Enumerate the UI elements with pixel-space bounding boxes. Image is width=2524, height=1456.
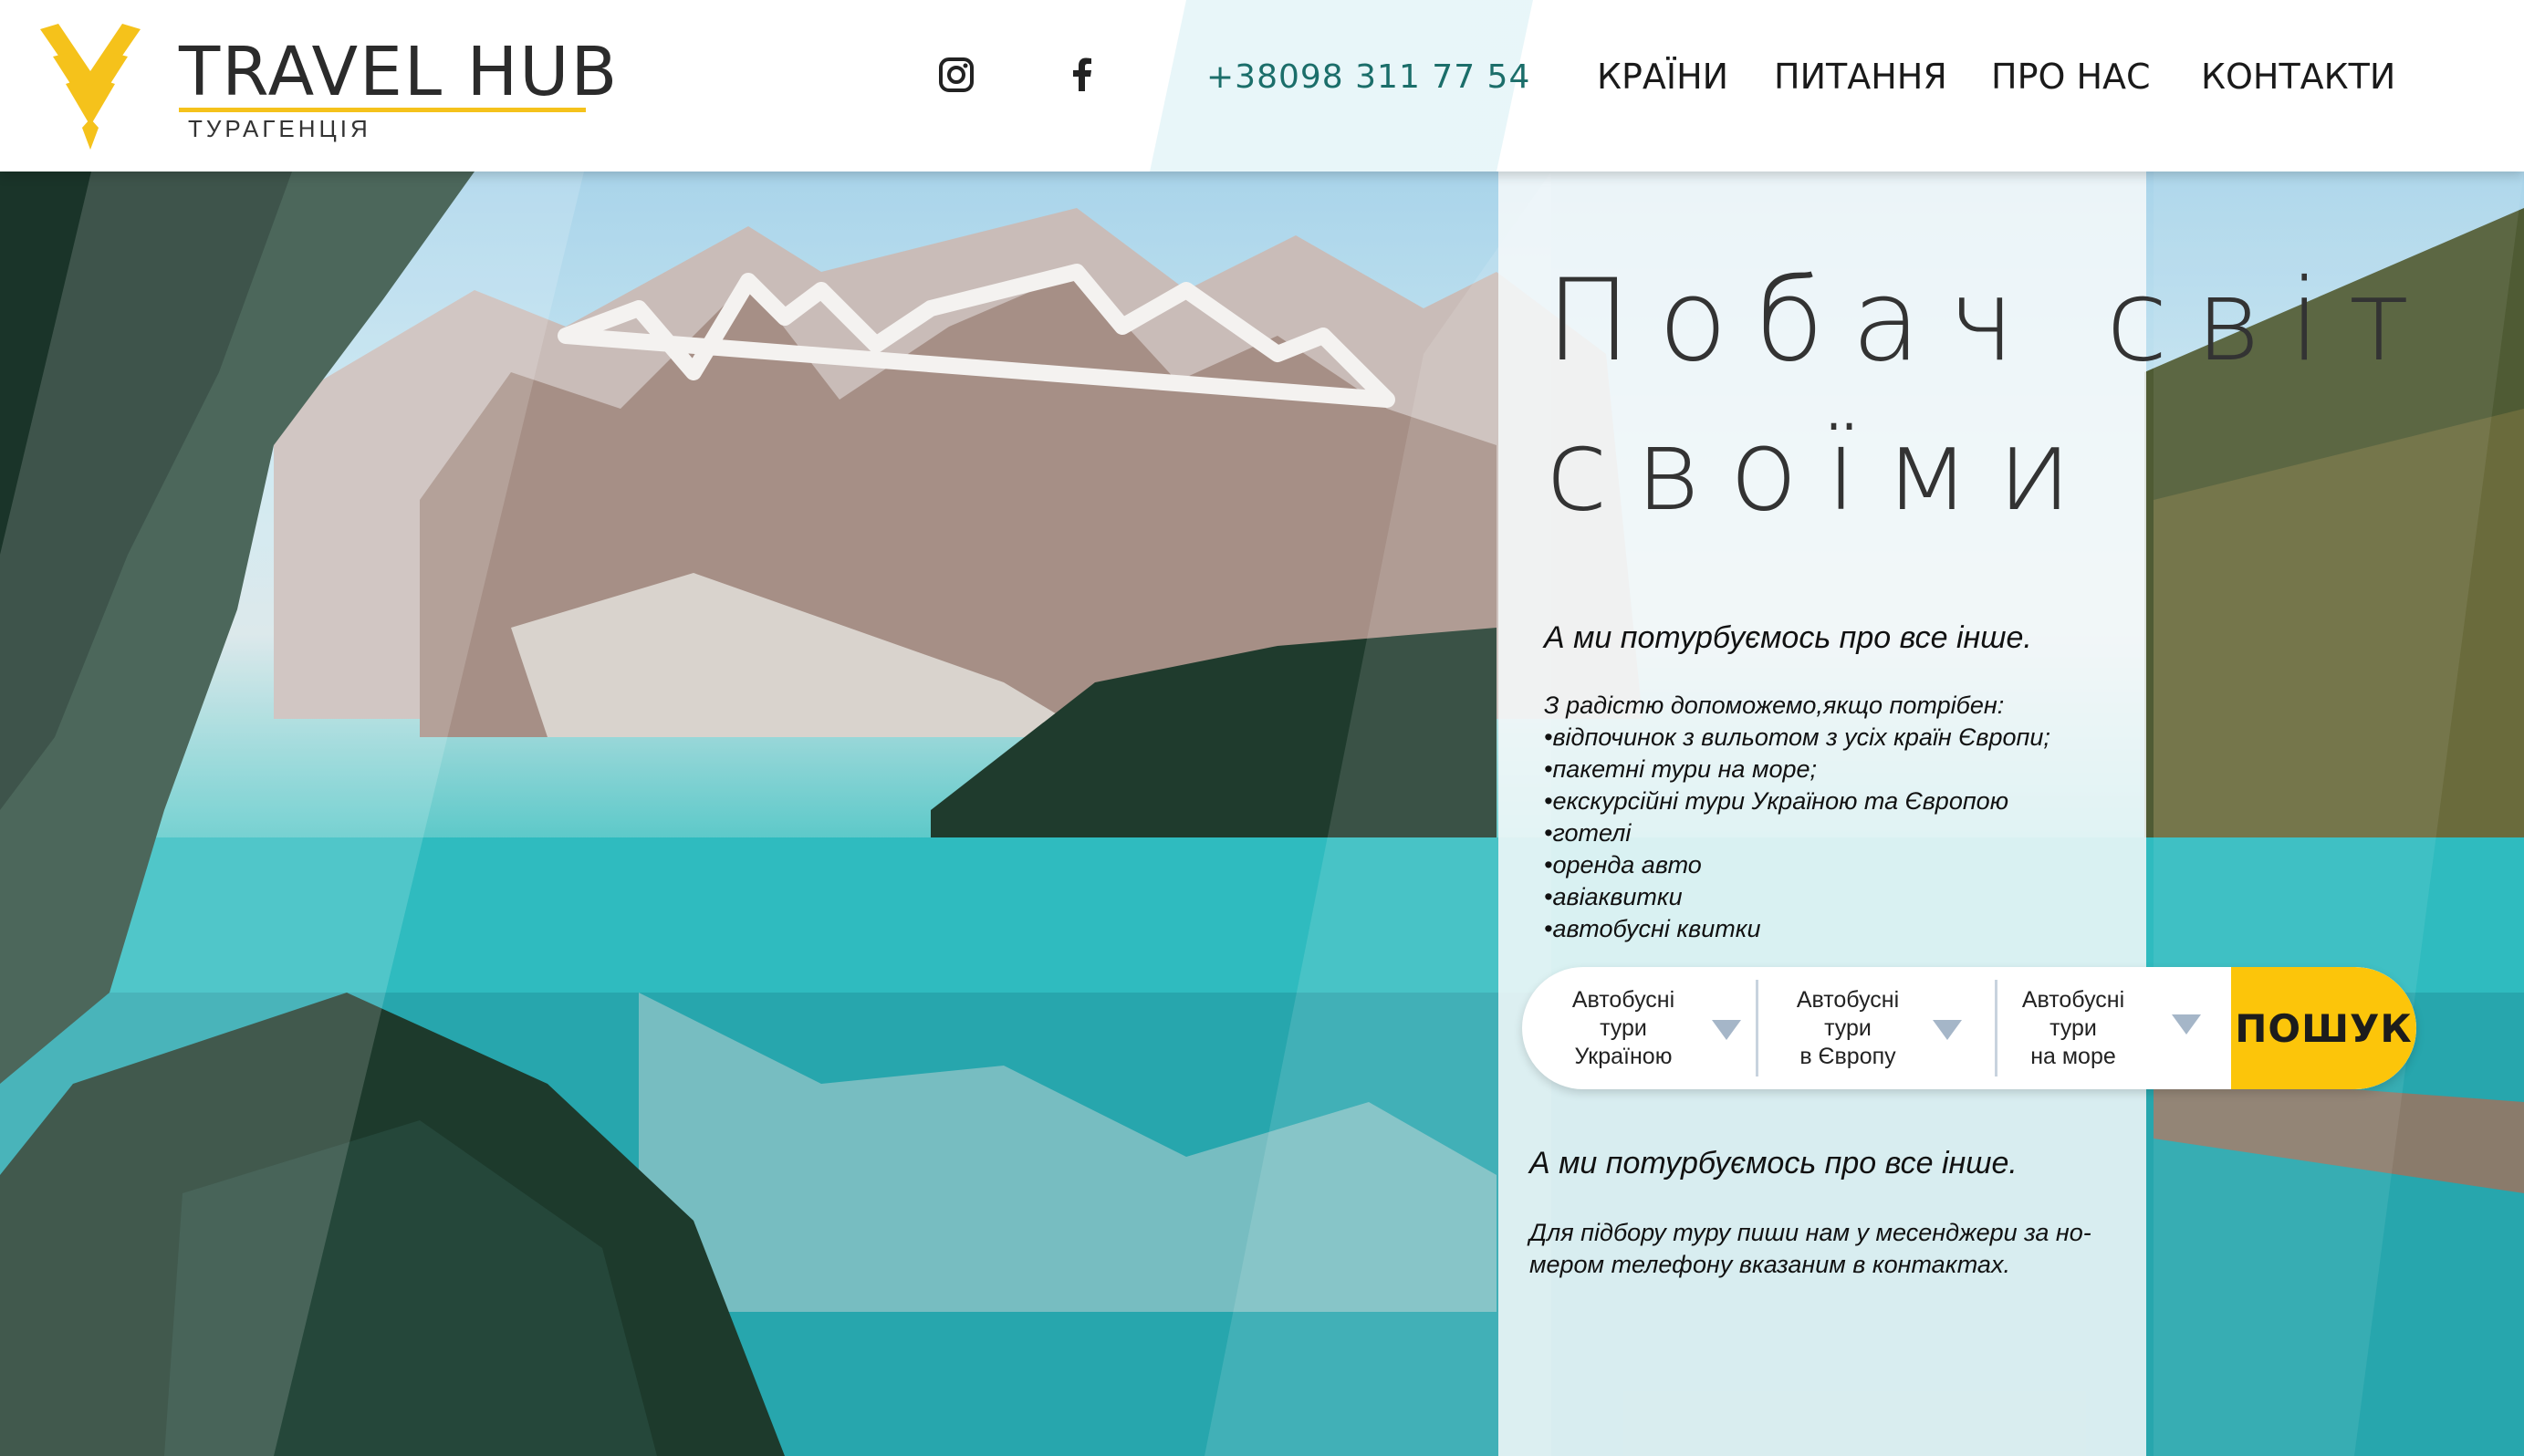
contact-note: Для підбору туру пиши нам у месенджери з… xyxy=(1529,1219,2091,1278)
facebook-icon[interactable] xyxy=(1064,57,1100,93)
chevron-down-icon xyxy=(2172,1014,2201,1035)
tour-search-bar: Автобусні тури Україною Автобусні тури в… xyxy=(1522,967,2416,1089)
services-block: З радістю допоможемо,якщо потрібен: відп… xyxy=(1544,690,2050,945)
nav-contacts[interactable]: КОНТАКТИ xyxy=(2201,57,2395,97)
chevron-down-icon xyxy=(1933,1020,1962,1040)
service-item: пакетні тури на море; xyxy=(1544,754,2050,785)
select-divider xyxy=(1756,980,1758,1076)
select-ukraine-label: Автобусні тури Україною xyxy=(1571,986,1675,1069)
select-sea-label: Автобусні тури на море xyxy=(2021,986,2125,1069)
select-europe-label: Автобусні тури в Європу xyxy=(1796,986,1900,1069)
services-list: відпочинок з вильотом з усіх країн Європ… xyxy=(1544,722,2050,945)
services-intro: З радістю допоможемо,якщо потрібен: xyxy=(1544,692,2005,719)
service-item: готелі xyxy=(1544,817,2050,849)
select-europe-tours[interactable]: Автобусні тури в Європу xyxy=(1779,967,1989,1089)
nav-about[interactable]: ПРО НАС xyxy=(1991,57,2151,97)
brand-name[interactable]: TRAVEL HUB xyxy=(179,33,619,111)
nav-countries[interactable]: КРАЇНИ xyxy=(1597,57,1728,97)
service-item: автобусні квитки xyxy=(1544,913,2050,945)
select-sea-tours[interactable]: Автобусні тури на море xyxy=(2011,967,2221,1089)
select-ukraine-tours[interactable]: Автобусні тури Україною xyxy=(1555,967,1741,1089)
phone-link[interactable]: +38098 311 77 54 xyxy=(1206,58,1530,96)
headline-line-2: своїми xyxy=(1546,405,2100,536)
instagram-icon[interactable] xyxy=(938,57,975,93)
headline-line-1: Побач світ xyxy=(1546,255,2437,387)
brand-tagline: ТУРАГЕНЦІЯ xyxy=(188,115,371,142)
brand-underline xyxy=(179,108,586,112)
service-item: екскурсійні тури Україною та Європою xyxy=(1544,785,2050,817)
select-divider xyxy=(1995,980,1997,1076)
search-button[interactable]: ПОШУК xyxy=(2231,967,2416,1089)
chevron-down-icon xyxy=(1712,1020,1741,1040)
nav-questions[interactable]: ПИТАННЯ xyxy=(1774,57,1947,97)
travel-hub-logo-icon[interactable] xyxy=(40,24,141,150)
service-item: авіаквитки xyxy=(1544,881,2050,913)
hero-headline: Побач світ своїми xyxy=(1546,246,2458,546)
service-item: відпочинок з вильотом з усіх країн Європ… xyxy=(1544,722,2049,754)
hero-lead: А ми потурбуємось про все інше. xyxy=(1544,620,2032,655)
service-item: оренда авто xyxy=(1544,849,2050,881)
secondary-lead: А ми потурбуємось про все інше. xyxy=(1529,1146,2018,1180)
site-header: TRAVEL HUB ТУРАГЕНЦІЯ +38098 311 77 54 К… xyxy=(0,0,2524,172)
